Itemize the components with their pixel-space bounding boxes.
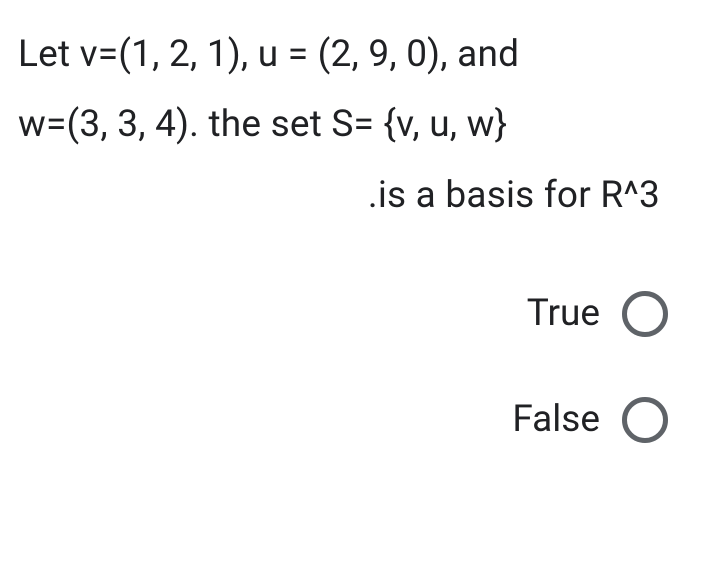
question-text: Let v=(1, 2, 1), u = (2, 9, 0), and w=(3…	[18, 20, 690, 231]
option-false[interactable]: False	[18, 397, 690, 443]
option-label-true: True	[527, 292, 600, 335]
question-line-2: w=(3, 3, 4). the set S= {v, u, w}	[18, 90, 690, 160]
option-label-false: False	[512, 398, 600, 441]
question-line-3: .is a basis for R^3	[18, 161, 690, 231]
radio-icon[interactable]	[622, 291, 668, 337]
option-true[interactable]: True	[18, 291, 690, 337]
question-line-1: Let v=(1, 2, 1), u = (2, 9, 0), and	[18, 20, 690, 90]
options-group: True False	[18, 291, 690, 443]
radio-icon[interactable]	[622, 397, 668, 443]
